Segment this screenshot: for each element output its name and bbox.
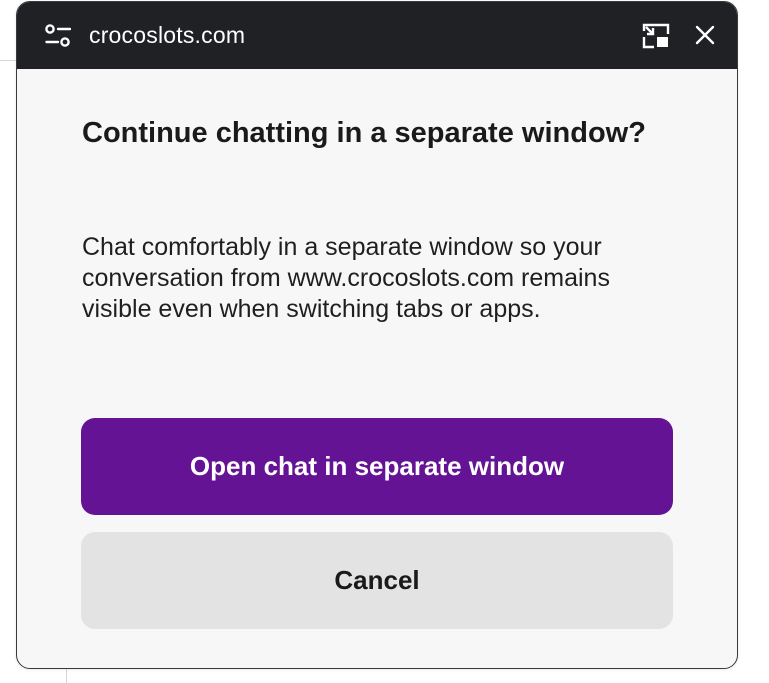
cancel-button[interactable]: Cancel: [81, 532, 673, 629]
dialog-heading: Continue chatting in a separate window?: [82, 117, 646, 149]
chat-window-dialog: crocoslots.com Continue chatting in a se…: [16, 1, 738, 669]
site-name: crocoslots.com: [89, 22, 246, 48]
background-divider: [66, 668, 67, 683]
open-chat-separate-window-button[interactable]: Open chat in separate window: [81, 418, 673, 515]
settings-sliders-icon: [45, 24, 72, 48]
dialog-titlebar: crocoslots.com: [17, 2, 737, 69]
dialog-description: Chat comfortably in a separate window so…: [82, 233, 610, 323]
close-icon[interactable]: [694, 24, 716, 46]
picture-in-picture-icon[interactable]: [642, 23, 670, 49]
